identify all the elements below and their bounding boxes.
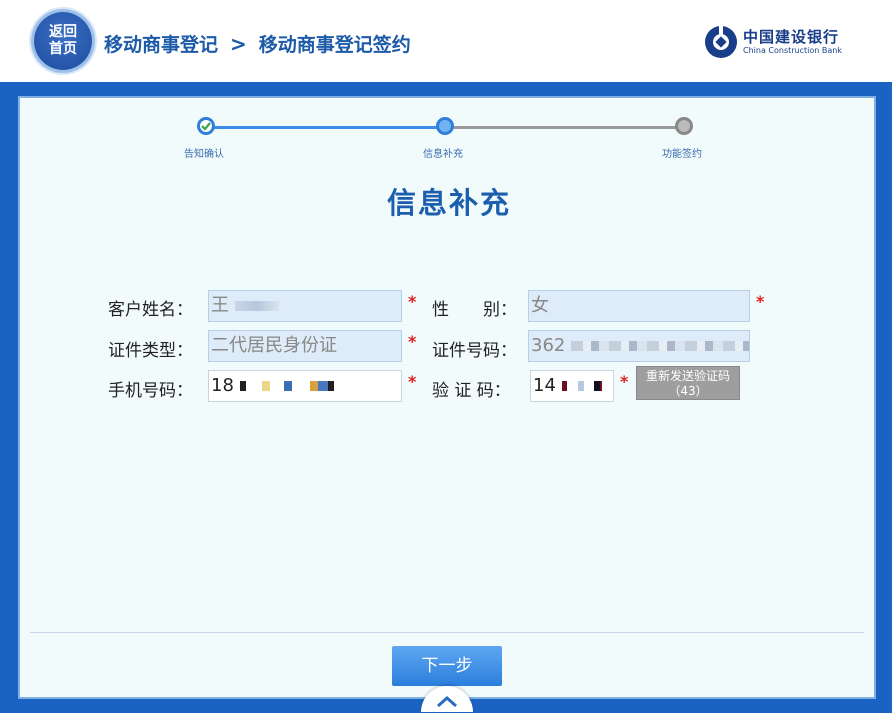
customer-name-value: 王: [211, 295, 229, 316]
required-mark: *: [408, 332, 417, 351]
breadcrumb: 移动商事登记 > 移动商事登记签约: [104, 30, 411, 57]
check-icon: [201, 122, 211, 131]
required-mark: *: [408, 292, 417, 311]
id-number-value: 362: [531, 335, 566, 356]
logo-name-en: China Construction Bank: [743, 45, 842, 55]
id-type-value: 二代居民身份证: [211, 335, 337, 356]
footer-divider: [30, 632, 864, 633]
progress-steps: 告知确认 信息补充 功能签约: [20, 98, 878, 168]
customer-name-field: 王: [208, 290, 402, 322]
gender-value: 女: [531, 295, 549, 316]
home-button[interactable]: 返回首页: [34, 12, 92, 70]
bank-logo: 中国建设银行 China Construction Bank: [704, 25, 842, 59]
ccb-logo-icon: [705, 25, 737, 58]
id-type-field: 二代居民身份证: [208, 330, 402, 362]
form-panel: 告知确认 信息补充 功能签约 信息补充 客户姓名： 王 * 性 别： 女 * 证…: [18, 96, 878, 712]
phone-value: 18: [211, 375, 234, 396]
verification-code-input[interactable]: 14: [530, 370, 614, 402]
step-1-dot: [197, 117, 215, 135]
breadcrumb-item-registration[interactable]: 移动商事登记: [104, 30, 218, 57]
step-3-label: 功能签约: [662, 149, 702, 160]
chevron-up-icon: [437, 695, 457, 708]
step-3-dot: [675, 117, 693, 135]
step-line-complete: [206, 126, 444, 129]
id-type-label: 证件类型：: [108, 341, 193, 361]
top-header: 返回首页 移动商事登记 > 移动商事登记签约 中国建设银行 China Cons…: [0, 0, 892, 82]
breadcrumb-item-signing: 移动商事登记签约: [258, 34, 411, 56]
required-mark: *: [620, 372, 629, 391]
step-line-pending: [444, 126, 684, 129]
scroll-up-button[interactable]: [421, 686, 473, 712]
breadcrumb-separator: >: [230, 31, 247, 56]
verification-code-value: 14: [533, 375, 556, 396]
page-title: 信息补充: [386, 186, 511, 220]
gender-label: 性 别：: [432, 300, 517, 320]
next-step-button[interactable]: 下一步: [392, 646, 502, 686]
required-mark: *: [408, 372, 417, 391]
id-number-label: 证件号码：: [432, 341, 517, 361]
verification-code-label: 验 证 码：: [432, 381, 511, 401]
phone-label: 手机号码：: [108, 381, 193, 401]
resend-code-button[interactable]: 重新发送验证码（43）: [636, 366, 740, 400]
id-number-field: 362: [528, 330, 750, 362]
home-button-label: 返回首页: [49, 24, 77, 57]
gender-field: 女: [528, 290, 750, 322]
customer-name-label: 客户姓名：: [108, 300, 193, 320]
phone-input[interactable]: 18: [208, 370, 402, 402]
step-1-label: 告知确认: [184, 149, 224, 160]
logo-name-cn: 中国建设银行: [743, 27, 840, 46]
step-2-dot: [436, 117, 454, 135]
step-2-label: 信息补充: [423, 149, 463, 160]
required-mark: *: [756, 292, 765, 311]
